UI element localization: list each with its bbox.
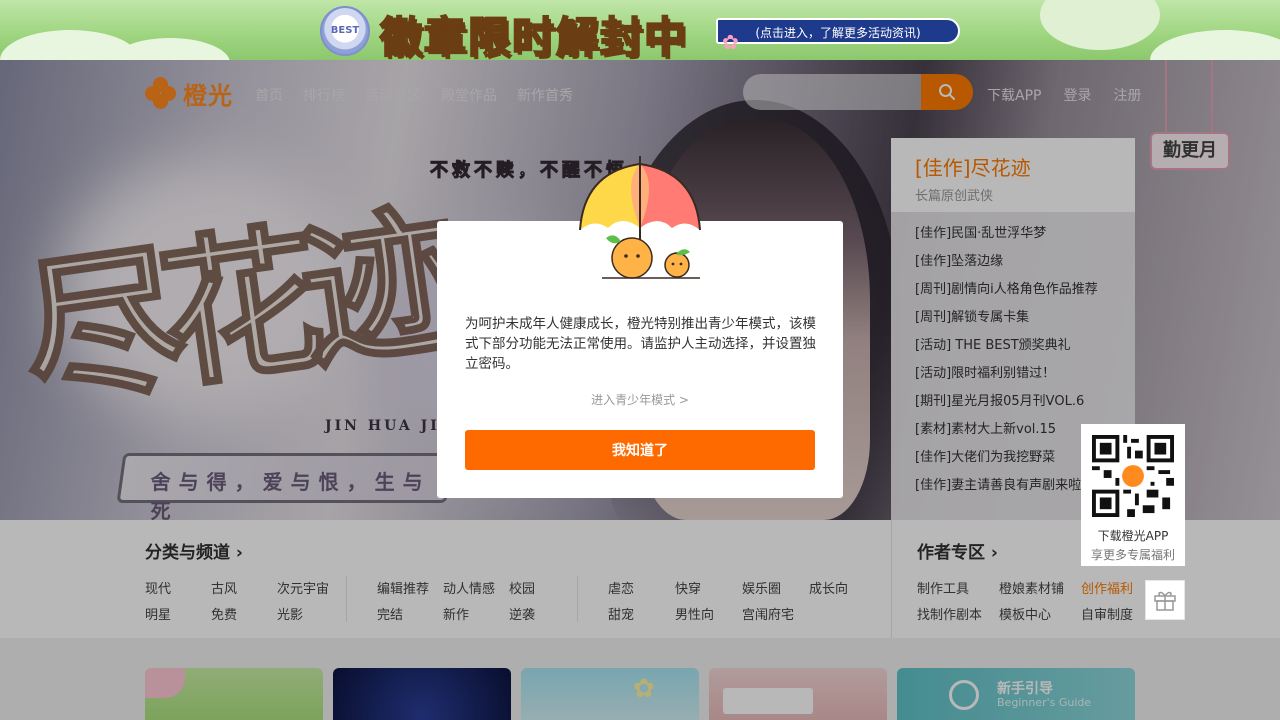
youth-mode-message: 为呵护未成年人健康成长，橙光特别推出青少年模式，该模式下部分功能无法正常使用。请… [465,316,816,372]
qr-download-box[interactable]: 下载橙光APP 享更多专属福利 [1081,424,1185,566]
best-emblem-icon: BEST [320,6,370,56]
banner-activity-link[interactable]: (点击进入，了解更多活动资讯) [716,18,960,44]
cloud-decoration [110,38,230,60]
qr-code-icon [1092,435,1174,517]
top-promo-banner[interactable]: BEST 徽章限时解封中 (点击进入，了解更多活动资讯) ✿ [0,0,1280,60]
umbrella-oranges-illustration [579,156,701,279]
flower-icon: ✿ [722,30,739,54]
qr-caption: 下载橙光APP [1097,529,1169,543]
banner-title: 徽章限时解封中 [379,12,689,60]
qr-subcaption: 享更多专属福利 [1090,548,1175,562]
cloud-decoration [1150,30,1280,60]
gift-button[interactable] [1145,580,1185,620]
confirm-button[interactable]: 我知道了 [465,430,815,470]
enter-youth-mode-link[interactable]: 进入青少年模式 > [437,391,843,408]
cloud-decoration [1040,0,1160,50]
gift-icon [1154,591,1176,611]
